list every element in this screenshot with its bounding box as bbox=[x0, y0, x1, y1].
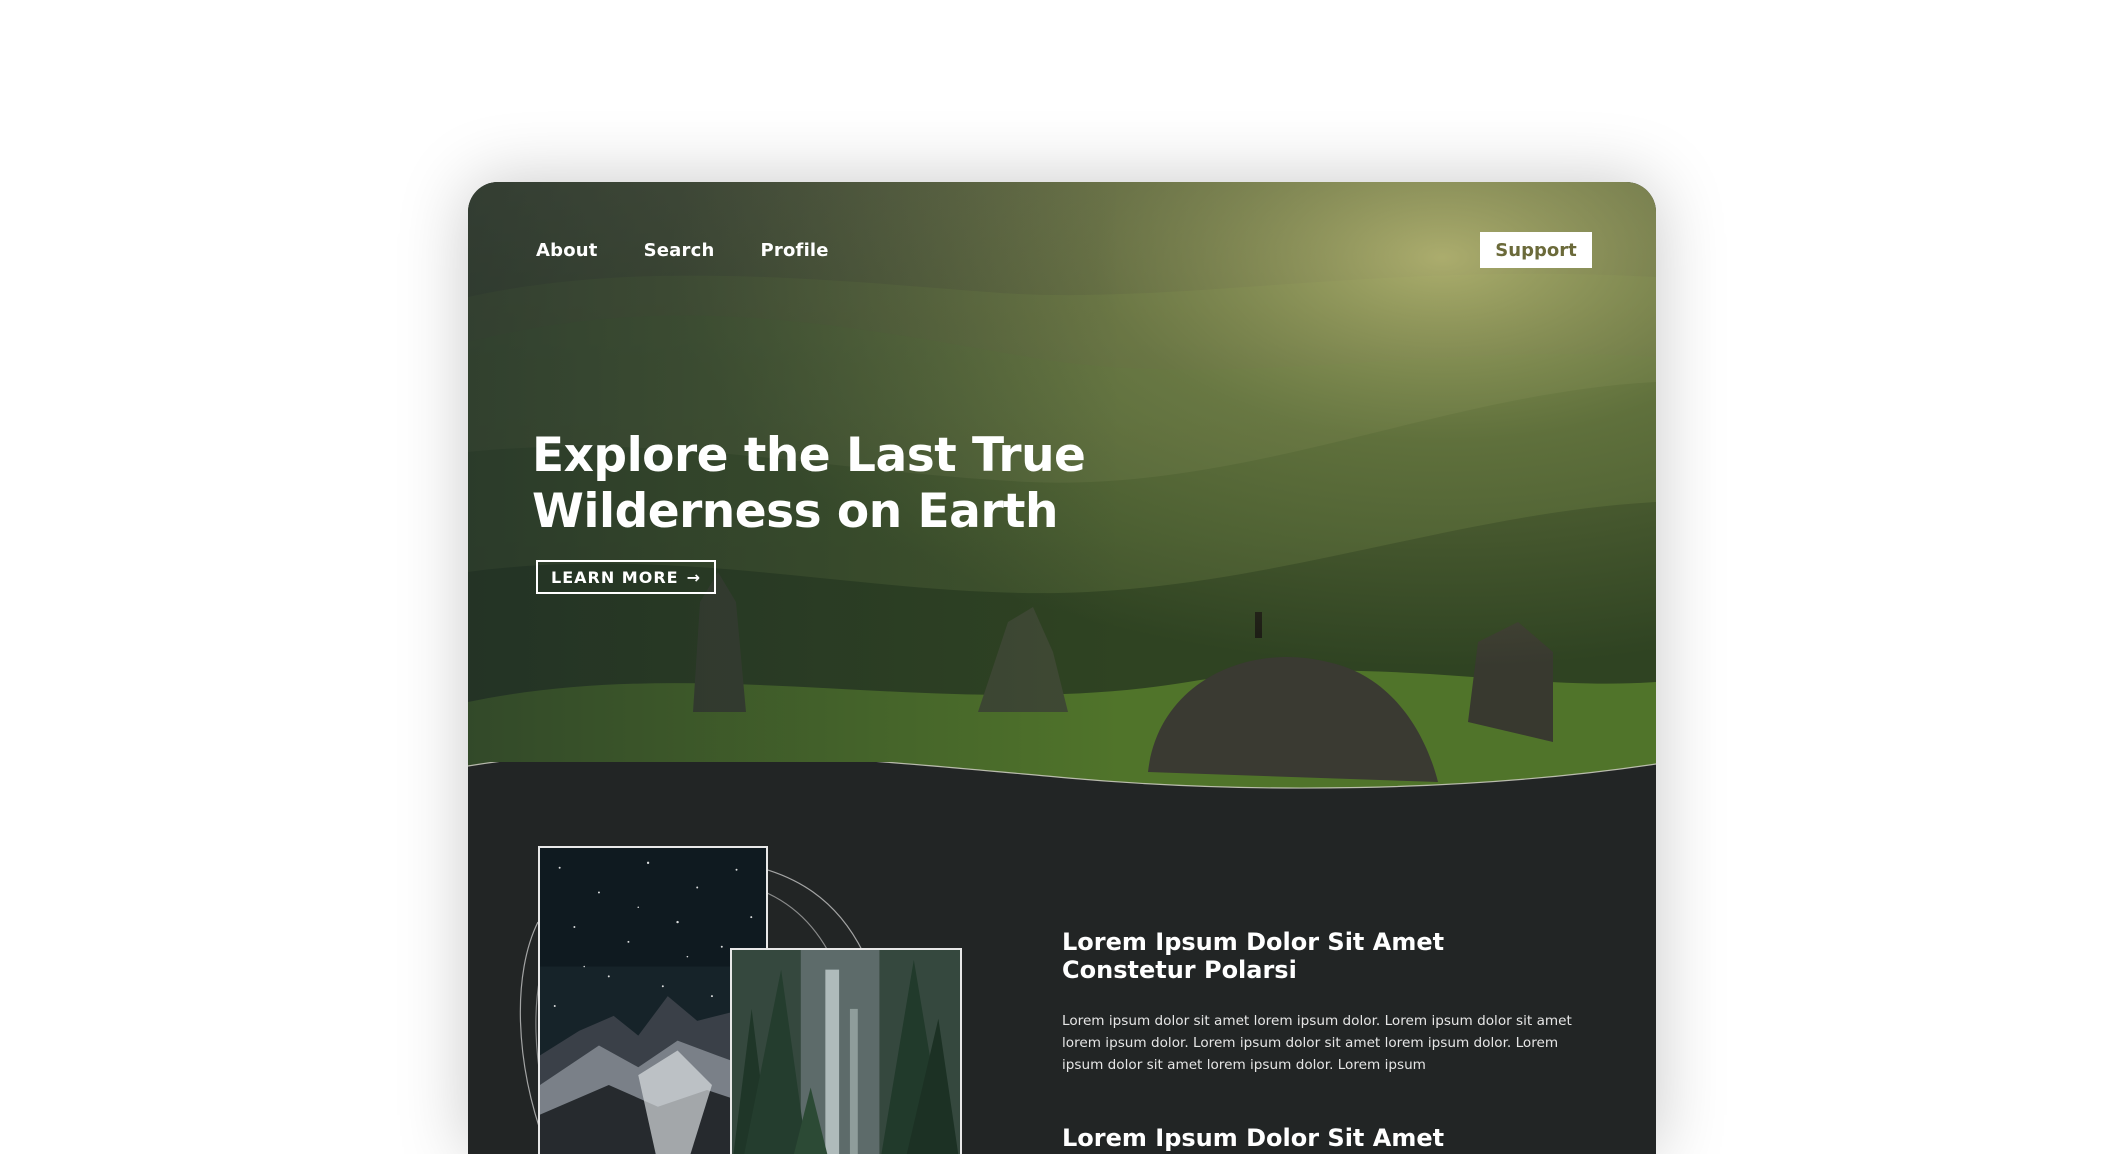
learn-more-button[interactable]: LEARN MORE → bbox=[536, 560, 716, 594]
nav-link-profile[interactable]: Profile bbox=[761, 240, 829, 261]
support-button[interactable]: Support bbox=[1480, 232, 1592, 268]
waterfall-forest-photo bbox=[730, 948, 962, 1154]
hero-section: About Search Profile Support Explore the… bbox=[468, 182, 1656, 812]
wave-divider bbox=[468, 762, 1656, 822]
nav-link-about[interactable]: About bbox=[536, 240, 598, 261]
feature-title-secondary: Lorem Ipsum Dolor Sit Amet bbox=[1062, 1124, 1445, 1152]
feature-title: Lorem Ipsum Dolor Sit Amet Constetur Pol… bbox=[1062, 928, 1445, 984]
landing-page-card: About Search Profile Support Explore the… bbox=[468, 182, 1656, 1154]
nav-link-search[interactable]: Search bbox=[644, 240, 715, 261]
top-navigation: About Search Profile bbox=[536, 240, 875, 261]
hero-title: Explore the Last True Wilderness on Eart… bbox=[532, 428, 1086, 539]
feature-description: Lorem ipsum dolor sit amet lorem ipsum d… bbox=[1062, 1013, 1572, 1073]
arrow-right-icon: → bbox=[686, 567, 701, 587]
learn-more-label: LEARN MORE bbox=[551, 567, 679, 587]
